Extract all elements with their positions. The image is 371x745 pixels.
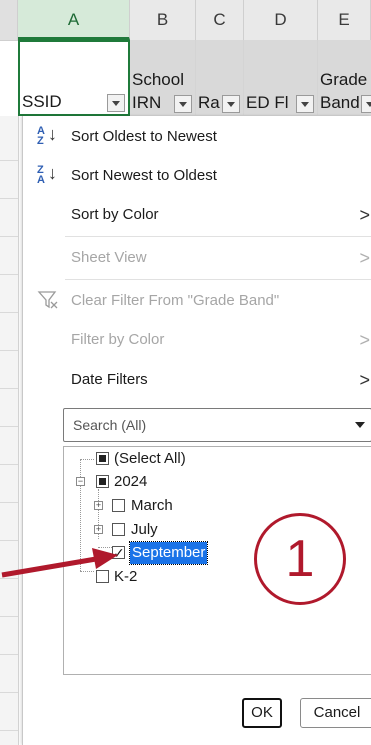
ok-button[interactable]: OK [242, 698, 282, 728]
select-all-corner[interactable] [0, 0, 18, 40]
year-2024-checkbox[interactable] [96, 475, 109, 488]
september-label: September [128, 541, 209, 565]
ssid-filter-dropdown[interactable] [107, 94, 125, 112]
collapse-icon[interactable]: − [76, 477, 85, 486]
filter-menu: A Z ↓ Sort Oldest to Newest Z A ↓ Sort Newes… [22, 116, 371, 745]
chevron-right-icon: > [359, 370, 370, 390]
sort-oldest-label: Sort Oldest to Newest [71, 128, 217, 145]
caret-down-icon[interactable] [355, 422, 365, 428]
filter-by-color[interactable]: Filter by Color > [23, 322, 371, 358]
school-irn-filter-dropdown[interactable] [174, 95, 192, 113]
row-number-strip [0, 116, 19, 745]
cancel-button[interactable]: Cancel [300, 698, 371, 728]
header-cell-ed-flag[interactable]: ED Fl [244, 40, 318, 116]
header-cell-school-irn[interactable]: School IRN [130, 40, 196, 116]
year-2024-label: 2024 [114, 473, 148, 490]
column-b-header[interactable]: B [130, 0, 196, 40]
select-all-checkbox[interactable] [96, 452, 109, 465]
chevron-right-icon: > [359, 248, 370, 268]
sort-newest-label: Sort Newest to Oldest [71, 167, 217, 184]
menu-separator [65, 279, 371, 280]
header-ed-label: ED Fl [246, 93, 289, 112]
march-checkbox[interactable] [112, 499, 125, 512]
grid-line [0, 730, 18, 731]
header-cell-grade-band[interactable]: Grade Band [318, 40, 371, 116]
header-ra-label: Ra [198, 93, 220, 112]
tree-line [80, 459, 94, 460]
grid-line [0, 312, 18, 313]
grid-line [0, 350, 18, 351]
header-ssid-label: SSID [22, 92, 62, 111]
sheet-view[interactable]: Sheet View > [23, 240, 371, 276]
sort-ascending-icon: A Z ↓ [37, 124, 57, 147]
grid-line [0, 654, 18, 655]
clear-filter-icon [37, 289, 63, 315]
grid-line [0, 540, 18, 541]
grade-band-filter-dropdown[interactable] [361, 95, 371, 113]
grid-line [0, 464, 18, 465]
column-d-header[interactable]: D [244, 0, 318, 40]
select-all-label: (Select All) [114, 450, 186, 467]
expand-icon[interactable]: + [94, 525, 103, 534]
sort-descending-icon: Z A ↓ [37, 163, 57, 186]
search-input[interactable]: Search (All) [63, 408, 371, 442]
ra-filter-dropdown[interactable] [222, 95, 240, 113]
grid-line [0, 274, 18, 275]
ed-flag-filter-dropdown[interactable] [296, 95, 314, 113]
date-filters[interactable]: Date Filters > [23, 362, 371, 398]
sort-newest-to-oldest[interactable]: Z A ↓ Sort Newest to Oldest [23, 158, 371, 194]
sort-by-color-label: Sort by Color [71, 206, 159, 223]
sheet-view-label: Sheet View [71, 249, 147, 266]
header-grade-label: Grade [320, 70, 368, 89]
header-cell-ssid[interactable]: SSID [18, 40, 130, 116]
march-label: March [131, 497, 173, 514]
chevron-right-icon: > [359, 205, 370, 225]
grid-line [0, 388, 18, 389]
column-a-header[interactable]: A [18, 0, 130, 40]
grid-line [0, 692, 18, 693]
sort-by-color[interactable]: Sort by Color > [23, 197, 371, 233]
clear-filter[interactable]: Clear Filter From "Grade Band" [23, 283, 371, 319]
grid-line [0, 160, 18, 161]
grid-line [0, 236, 18, 237]
sort-oldest-to-newest[interactable]: A Z ↓ Sort Oldest to Newest [23, 119, 371, 155]
grid-line [0, 426, 18, 427]
header-school-label: School [132, 70, 184, 89]
column-c-header[interactable]: C [196, 0, 244, 40]
annotation-arrow-icon [1, 548, 118, 578]
grid-line [0, 198, 18, 199]
july-checkbox[interactable] [112, 523, 125, 536]
filter-by-color-label: Filter by Color [71, 331, 165, 348]
header-irn-label: IRN [132, 93, 162, 112]
column-e-header[interactable]: E [318, 0, 371, 40]
chevron-right-icon: > [359, 330, 370, 350]
expand-icon[interactable]: + [94, 501, 103, 510]
july-label: July [131, 521, 158, 538]
header-cell-ra[interactable]: Ra [196, 40, 244, 116]
grid-line [0, 616, 18, 617]
search-placeholder: Search (All) [73, 417, 147, 433]
clear-filter-label: Clear Filter From "Grade Band" [71, 292, 280, 309]
annotation-step-badge: 1 [254, 513, 346, 605]
menu-separator [65, 236, 371, 237]
grid-line [0, 502, 18, 503]
date-filters-label: Date Filters [71, 371, 148, 388]
